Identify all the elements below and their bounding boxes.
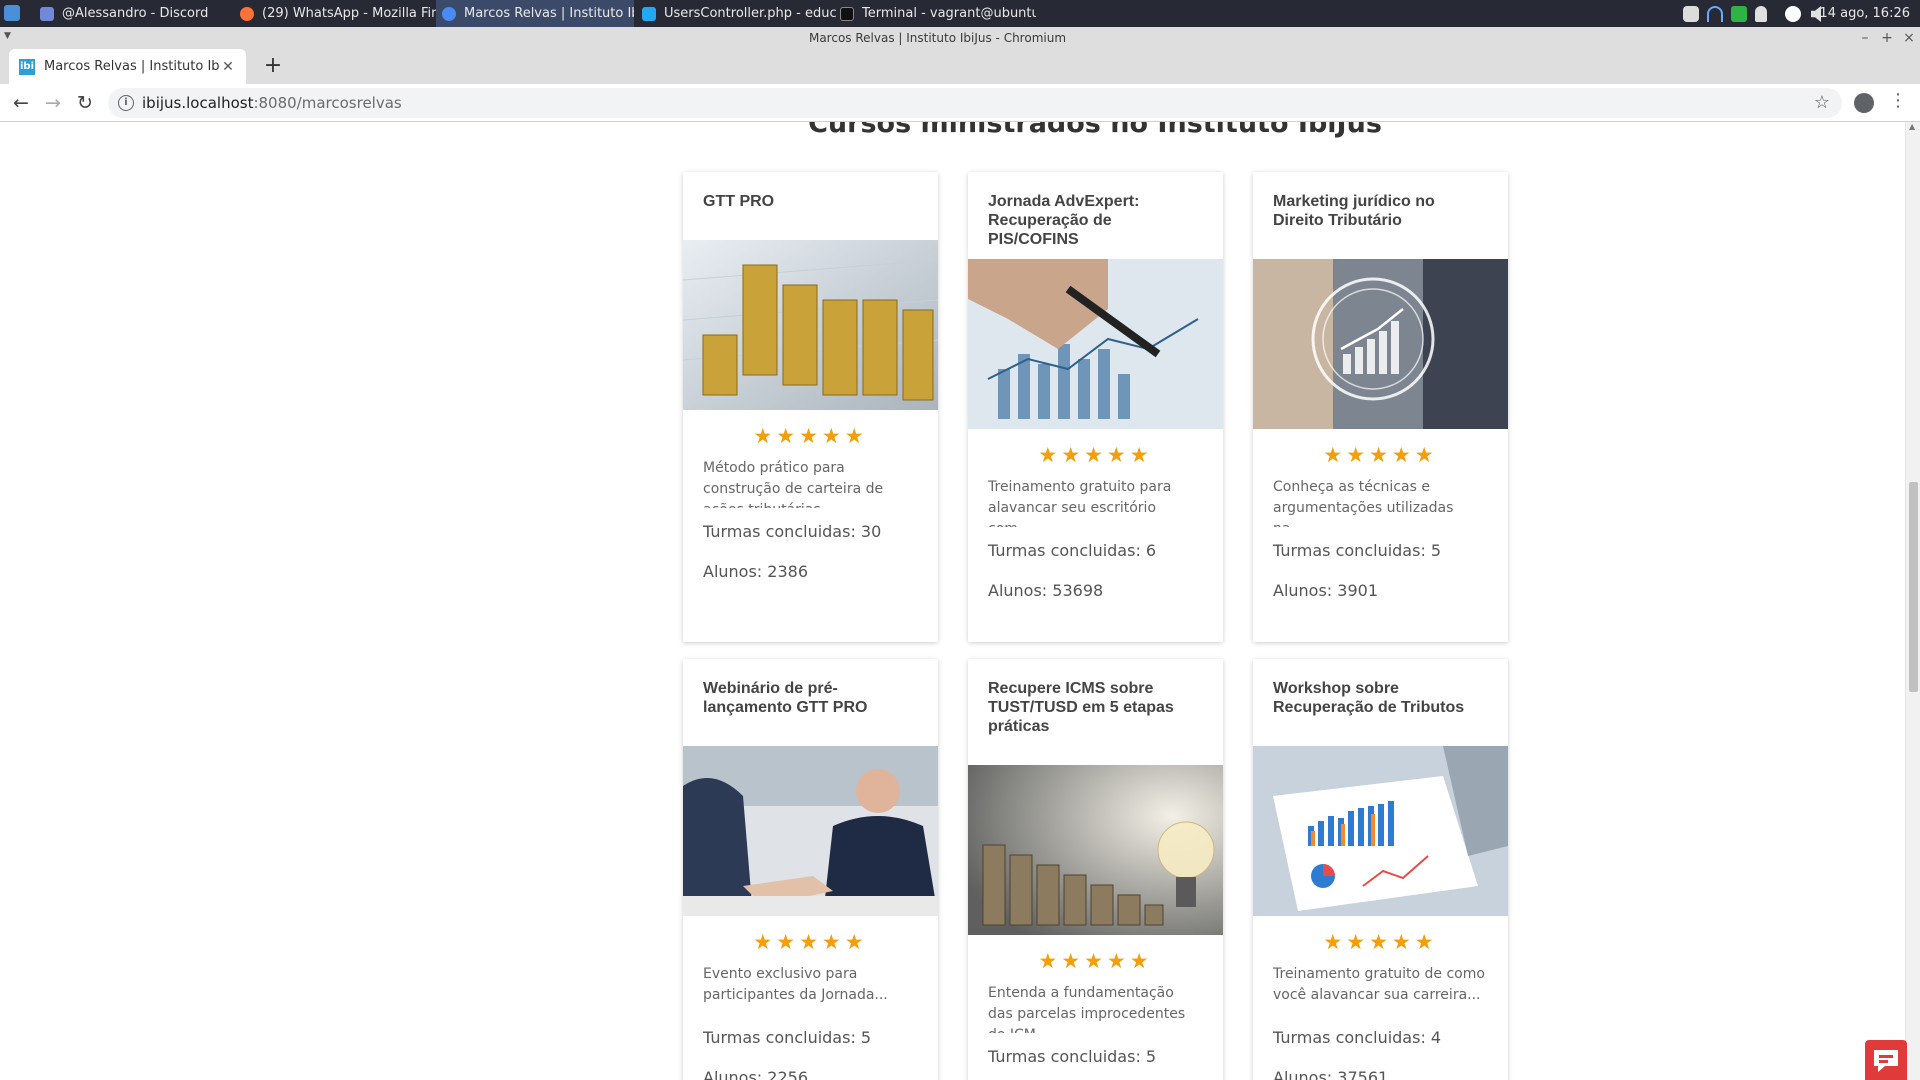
- new-tab-button[interactable]: +: [260, 53, 286, 79]
- course-classes-count: Turmas concluidas: 5: [703, 1028, 872, 1047]
- course-description: Treinamento gratuito para alavancar seu …: [988, 479, 1172, 527]
- course-classes-count: Turmas concluidas: 30: [703, 522, 882, 541]
- scroll-up-icon[interactable]: ▲: [1909, 122, 1915, 131]
- course-description: Evento exclusivo para participantes da J…: [703, 966, 888, 1003]
- taskbar-item-firefox[interactable]: (29) WhatsApp - Mozilla Fire...: [236, 0, 436, 27]
- course-card[interactable]: Jornada AdvExpert: Recuperação de PIS/CO…: [968, 172, 1223, 642]
- rating-stars: ★★★★★: [753, 424, 868, 448]
- taskbar-item-chromium[interactable]: Marcos Relvas | Instituto Ibi...: [436, 0, 634, 27]
- chromium-icon: [442, 6, 456, 21]
- tab-active[interactable]: ibi Marcos Relvas | Instituto IbiJus ✕: [9, 49, 246, 84]
- coins-lightbulb-image[interactable]: [968, 765, 1223, 935]
- course-classes-count: Turmas concluidas: 5: [1273, 541, 1442, 560]
- window-titlebar: ▼ Marcos Relvas | Instituto IbiJus - Chr…: [0, 27, 1920, 49]
- report-charts-image[interactable]: [1253, 746, 1508, 916]
- os-menu-icon[interactable]: [4, 5, 20, 21]
- close-window-icon[interactable]: ×: [1900, 29, 1918, 47]
- clock[interactable]: 14 ago, 16:26: [1819, 0, 1910, 27]
- wifi-icon[interactable]: [1707, 6, 1723, 22]
- discord-tray-icon[interactable]: [1683, 6, 1699, 22]
- tab-title: Marcos Relvas | Instituto IbiJus: [44, 59, 220, 74]
- course-description: Conheça as técnicas e argumentações util…: [1273, 479, 1454, 527]
- rating-stars: ★★★★★: [1038, 949, 1153, 973]
- chat-widget-icon[interactable]: [1865, 1040, 1907, 1080]
- taskbar-item-terminal[interactable]: Terminal - vagrant@ubuntu-...: [836, 0, 1036, 27]
- course-title[interactable]: Marketing jurídico no Direito Tributário: [1253, 172, 1508, 259]
- course-classes-count: Turmas concluidas: 5: [988, 1047, 1157, 1066]
- course-title[interactable]: GTT PRO: [683, 172, 938, 240]
- url-host: ibijus.localhost: [142, 94, 254, 112]
- forward-arrow-icon[interactable]: →: [40, 90, 66, 116]
- course-description: Entenda a fundamentação das parcelas imp…: [988, 985, 1186, 1033]
- site-info-icon[interactable]: i: [118, 95, 134, 111]
- url-text[interactable]: ibijus.localhost:8080/marcosrelvas: [142, 88, 402, 118]
- rating-stars: ★★★★★: [1323, 930, 1438, 954]
- power-icon[interactable]: [1785, 6, 1801, 22]
- browser-toolbar: ← → ↻ i ibijus.localhost:8080/marcosrelv…: [0, 84, 1920, 122]
- course-title[interactable]: Jornada AdvExpert: Recuperação de PIS/CO…: [968, 172, 1223, 259]
- tab-strip: ibi Marcos Relvas | Instituto IbiJus ✕ +: [0, 49, 1920, 84]
- course-title[interactable]: Workshop sobre Recuperação de Tributos: [1253, 659, 1508, 746]
- discord-icon: [40, 6, 54, 21]
- minimize-icon[interactable]: –: [1856, 29, 1874, 47]
- scrollbar-thumb[interactable]: [1909, 482, 1918, 692]
- course-description: Treinamento gratuito de como você alavan…: [1273, 966, 1485, 1003]
- update-check-icon[interactable]: [1731, 6, 1747, 22]
- taskbar-item-label: (29) WhatsApp - Mozilla Fire...: [262, 6, 436, 21]
- firefox-icon: [240, 6, 254, 21]
- tab-close-icon[interactable]: ✕: [220, 59, 236, 75]
- course-students-count: Alunos: 3901: [1273, 581, 1378, 600]
- bookmark-star-icon[interactable]: ☆: [1814, 88, 1830, 118]
- page-viewport: Cursos ministrados no Instituto IbiJus G…: [0, 122, 1905, 1080]
- course-card[interactable]: GTT PRO ★★★★★ Método prático para constr…: [683, 172, 938, 642]
- address-bar[interactable]: i ibijus.localhost:8080/marcosrelvas ☆: [108, 88, 1842, 118]
- notification-bell-icon[interactable]: [1755, 6, 1767, 22]
- taskbar-item-label: @Alessandro - Discord: [62, 6, 209, 21]
- gold-coins-image[interactable]: [683, 240, 938, 410]
- page-scrollbar[interactable]: ▲: [1905, 122, 1920, 1080]
- rating-stars: ★★★★★: [1038, 443, 1153, 467]
- profile-avatar-icon[interactable]: [1854, 93, 1874, 113]
- taskbar-item-label: UsersController.php - educb...: [664, 6, 836, 21]
- taskbar-item-discord[interactable]: @Alessandro - Discord: [36, 0, 236, 27]
- taskbar-item-label: Terminal - vagrant@ubuntu-...: [862, 6, 1036, 21]
- kebab-menu-icon[interactable]: ⋮: [1888, 90, 1908, 111]
- pen-on-chart-image[interactable]: [968, 259, 1223, 429]
- taskbar-item-label: Marcos Relvas | Instituto Ibi...: [464, 6, 634, 21]
- rating-stars: ★★★★★: [753, 930, 868, 954]
- course-classes-count: Turmas concluidas: 4: [1273, 1028, 1442, 1047]
- course-title[interactable]: Webinário de pré-lançamento GTT PRO: [683, 659, 938, 746]
- course-classes-count: Turmas concluidas: 6: [988, 541, 1157, 560]
- maximize-icon[interactable]: +: [1878, 29, 1896, 47]
- section-title: Cursos ministrados no Instituto IbiJus: [808, 122, 1382, 139]
- course-students-count: Alunos: 37561: [1273, 1068, 1389, 1080]
- os-taskbar: @Alessandro - Discord (29) WhatsApp - Mo…: [0, 0, 1920, 27]
- terminal-icon: [840, 6, 854, 21]
- course-card[interactable]: Recupere ICMS sobre TUST/TUSD em 5 etapa…: [968, 659, 1223, 1080]
- business-growth-image[interactable]: [1253, 259, 1508, 429]
- course-students-count: Alunos: 53698: [988, 581, 1104, 600]
- course-description: Método prático para construção de cartei…: [703, 460, 884, 508]
- course-students-count: Alunos: 2256: [703, 1068, 808, 1080]
- course-card[interactable]: Marketing jurídico no Direito Tributário…: [1253, 172, 1508, 642]
- window-title: Marcos Relvas | Instituto IbiJus - Chrom…: [808, 31, 1067, 45]
- course-card[interactable]: Workshop sobre Recuperação de Tributos ★…: [1253, 659, 1508, 1080]
- taskbar-item-vscode[interactable]: UsersController.php - educb...: [638, 0, 836, 27]
- url-path: :8080/marcosrelvas: [253, 94, 402, 112]
- course-title[interactable]: Recupere ICMS sobre TUST/TUSD em 5 etapa…: [968, 659, 1223, 765]
- handshake-meeting-image[interactable]: [683, 746, 938, 916]
- ibijus-favicon-icon: ibi: [19, 58, 35, 75]
- course-card[interactable]: Webinário de pré-lançamento GTT PRO ★★★★…: [683, 659, 938, 1080]
- course-students-count: Alunos: 2386: [703, 562, 808, 581]
- back-arrow-icon[interactable]: ←: [8, 90, 34, 116]
- reload-icon[interactable]: ↻: [72, 90, 98, 116]
- vscode-icon: [642, 6, 656, 21]
- rating-stars: ★★★★★: [1323, 443, 1438, 467]
